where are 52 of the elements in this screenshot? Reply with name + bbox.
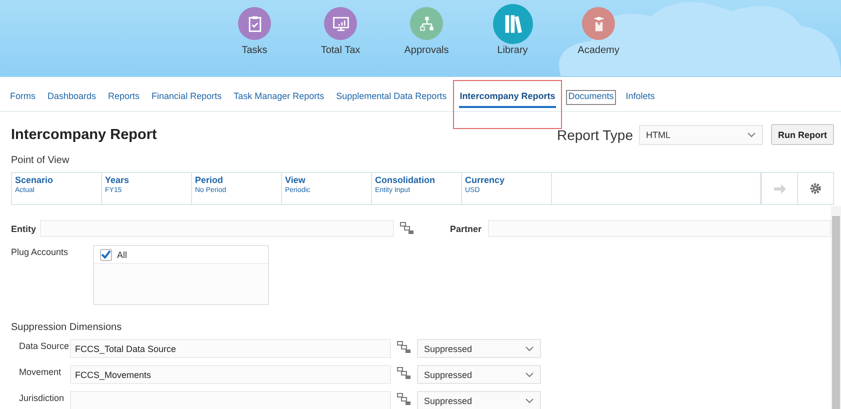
suppression-select[interactable]: Suppressed (417, 339, 541, 358)
app-icon-circle[interactable] (238, 7, 271, 40)
hierarchy-icon (418, 14, 436, 32)
scrollbar[interactable] (831, 206, 841, 409)
section-heading: Suppression Dimensions (11, 322, 123, 333)
nav-label: Approvals (404, 45, 449, 56)
member-selector-icon[interactable] (400, 222, 414, 235)
tab[interactable]: Intercompany Reports (458, 91, 556, 108)
dimension-label: Data Source (19, 340, 70, 351)
nav-label: Library (497, 45, 528, 56)
member-selector-icon[interactable] (397, 341, 411, 354)
nav-label: Tasks (242, 45, 268, 56)
member-selector-icon[interactable] (397, 393, 411, 406)
option-label: All (117, 250, 128, 260)
report-type-select[interactable]: HTML (639, 124, 763, 144)
partner-field[interactable] (488, 220, 831, 237)
report-type-label: Report Type (556, 126, 633, 142)
chevron-icon (525, 346, 534, 352)
nav-label: Academy (578, 45, 620, 56)
chevron-icon (525, 372, 534, 378)
chevron-icon (747, 132, 756, 138)
list-option[interactable]: All (94, 246, 268, 264)
app-icon-circle[interactable] (324, 7, 357, 40)
tab[interactable]: Forms (9, 91, 36, 104)
tab[interactable]: Financial Reports (150, 91, 223, 104)
suppression-select[interactable]: Suppressed (417, 391, 541, 409)
app-icon-circle[interactable] (410, 7, 443, 40)
dimension-label: Movement (19, 366, 62, 377)
tab[interactable]: Documents (567, 91, 615, 104)
settings-icon[interactable] (809, 182, 822, 195)
app-icon-circle[interactable] (582, 7, 615, 40)
suppression-select[interactable]: Suppressed (417, 365, 541, 384)
app-icon-circle[interactable] (492, 4, 532, 44)
partner-label: Partner (450, 224, 482, 234)
tab[interactable]: Supplemental Data Reports (335, 91, 448, 104)
tab[interactable]: Task Manager Reports (232, 91, 326, 104)
section-heading: Point of View (11, 155, 70, 166)
run-report-button[interactable]: Run Report (771, 124, 834, 145)
tab[interactable]: Infolets (624, 91, 656, 104)
monitor-icon (332, 14, 350, 32)
member-field[interactable]: FCCS_Total Data Source (70, 339, 391, 358)
member-selector-icon[interactable] (397, 367, 411, 380)
member-field[interactable]: FCCS_Movements (70, 365, 391, 384)
nav-label: Total Tax (320, 45, 360, 56)
dimension-label: Jurisdiction (19, 392, 66, 403)
page-title: Intercompany Report (11, 126, 157, 142)
tab[interactable]: Dashboards (46, 91, 98, 104)
entity-label: Entity (11, 224, 38, 234)
chevron-icon (525, 398, 534, 404)
plug-accounts-label: Plug Accounts (11, 246, 70, 259)
tab[interactable]: Reports (107, 91, 141, 104)
checkbox[interactable] (100, 248, 112, 260)
